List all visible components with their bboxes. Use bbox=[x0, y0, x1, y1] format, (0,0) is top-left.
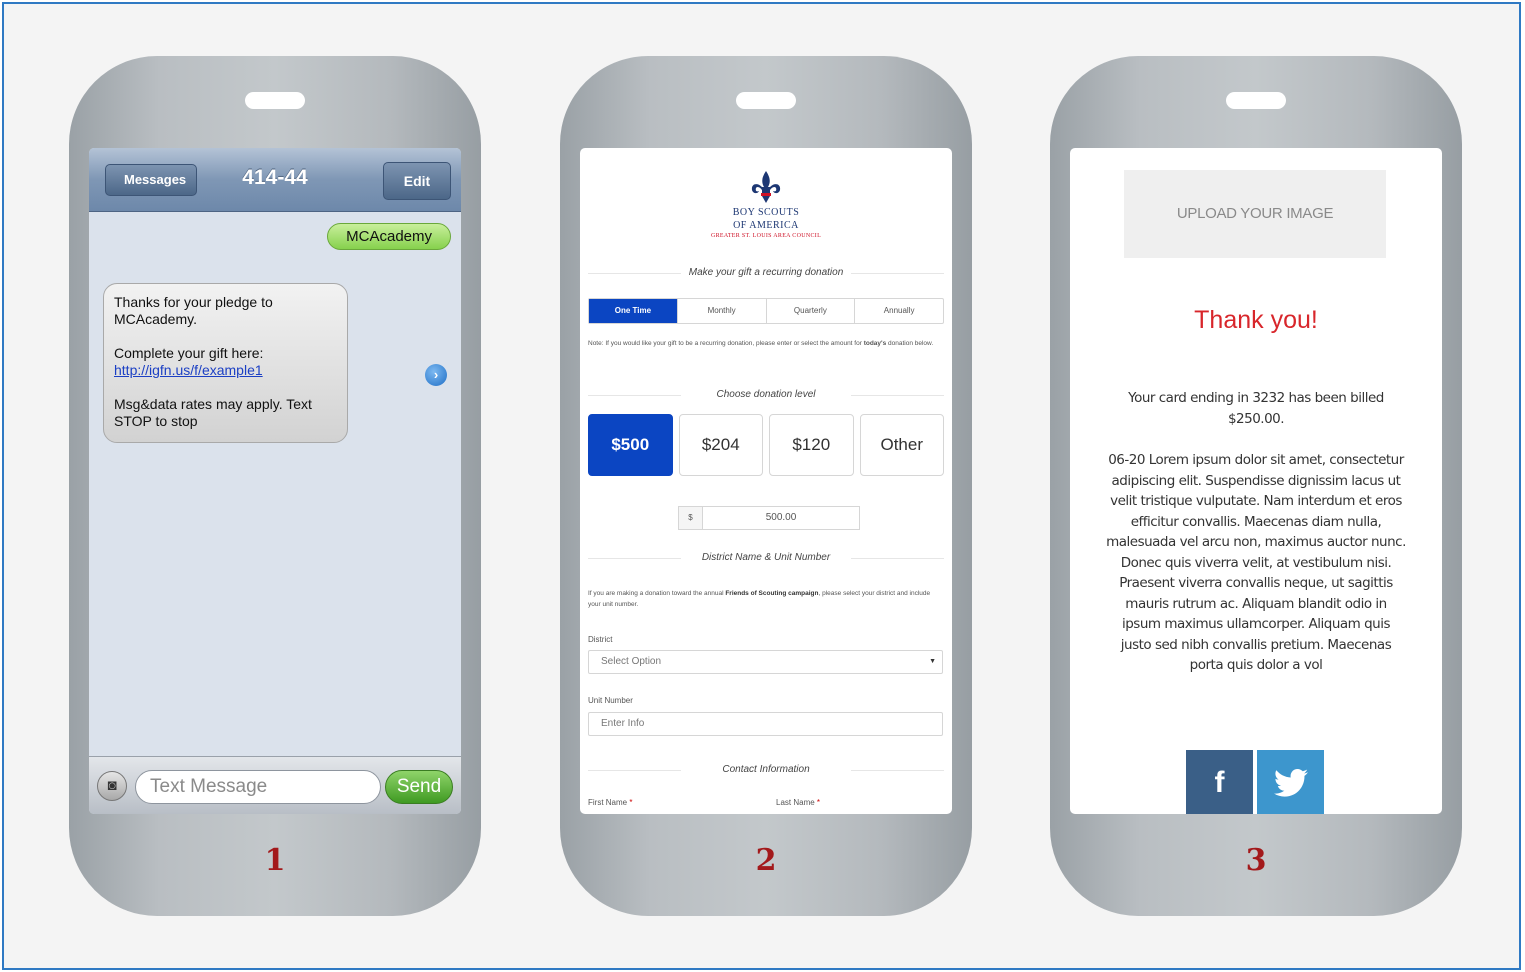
amount-button-500[interactable]: $500 bbox=[588, 414, 673, 476]
thank-you-heading: Thank you! bbox=[1194, 306, 1318, 334]
social-share: f bbox=[1186, 750, 1324, 814]
para-bold: Friends of Scouting campaign bbox=[725, 590, 819, 597]
camera-icon[interactable]: ◙ bbox=[97, 771, 127, 801]
note-text: donation below. bbox=[886, 340, 934, 347]
phone-speaker bbox=[736, 92, 796, 109]
thank-you-body: 06-20 Lorem ipsum dolor sit amet, consec… bbox=[1106, 452, 1406, 673]
amount-buttons: $500 $204 $120 Other bbox=[588, 414, 944, 476]
step-number: 3 bbox=[1245, 843, 1267, 878]
logo-council: GREATER ST. LOUIS AREA COUNCIL bbox=[710, 233, 822, 239]
edit-button[interactable]: Edit bbox=[383, 162, 451, 200]
send-button[interactable]: Send bbox=[385, 770, 453, 804]
step-number: 1 bbox=[264, 843, 286, 878]
message-line: Msg&data rates may apply. Text STOP to s… bbox=[114, 396, 312, 429]
incoming-message: Thanks for your pledge to MCAcademy. Com… bbox=[103, 283, 348, 443]
upload-image-placeholder[interactable]: UPLOAD YOUR IMAGE bbox=[1124, 170, 1386, 258]
illustration-frame: Messages 414-44 Edit MCAcademy Thanks fo… bbox=[2, 2, 1521, 970]
tab-quarterly[interactable]: Quarterly bbox=[765, 299, 855, 323]
billing-confirmation: Your card ending in 3232 has been billed… bbox=[1128, 390, 1384, 427]
tab-monthly[interactable]: Monthly bbox=[676, 299, 766, 323]
district-select[interactable]: Select Option ▼ bbox=[588, 650, 943, 674]
note-bold: today's bbox=[863, 340, 887, 347]
amount-input[interactable]: $ 500.00 bbox=[678, 506, 860, 530]
amount-button-204[interactable]: $204 bbox=[678, 414, 763, 476]
phone-3: UPLOAD YOUR IMAGE Thank you! Your card e… bbox=[1050, 56, 1462, 916]
last-name-label: Last Name * bbox=[776, 798, 820, 807]
twitter-bird-glyph bbox=[1273, 768, 1308, 797]
bsa-logo: BOY SCOUTS OF AMERICA GREATER ST. LOUIS … bbox=[580, 170, 952, 239]
recurring-heading: Make your gift a recurring donation bbox=[588, 267, 944, 278]
facebook-icon[interactable]: f bbox=[1186, 750, 1253, 814]
recurring-note: Note: If you would like your gift to be … bbox=[588, 338, 938, 349]
message-line: Thanks for your pledge to MCAcademy. bbox=[114, 294, 273, 327]
text-message-input[interactable]: Text Message bbox=[135, 770, 381, 804]
phone-speaker bbox=[245, 92, 305, 109]
first-name-label: First Name * bbox=[588, 798, 632, 807]
message-text: Complete your gift here: bbox=[114, 345, 264, 361]
phone-speaker bbox=[1226, 92, 1286, 109]
required-mark: * bbox=[629, 798, 633, 807]
frequency-tabs: One Time Monthly Quarterly Annually bbox=[588, 298, 944, 324]
currency-addon: $ bbox=[679, 507, 703, 529]
district-paragraph: If you are making a donation toward the … bbox=[588, 588, 944, 610]
logo-line: BOY SCOUTS bbox=[732, 207, 800, 218]
sms-screen: Messages 414-44 Edit MCAcademy Thanks fo… bbox=[89, 148, 461, 814]
twitter-icon[interactable] bbox=[1257, 750, 1324, 814]
detail-disclosure-icon[interactable]: › bbox=[425, 364, 447, 386]
note-text: Note: If you would like your gift to be … bbox=[588, 340, 864, 347]
logo-line: OF AMERICA bbox=[733, 220, 799, 231]
chevron-down-icon: ▼ bbox=[929, 658, 936, 665]
thank-you-screen: UPLOAD YOUR IMAGE Thank you! Your card e… bbox=[1070, 148, 1442, 814]
district-heading: District Name & Unit Number bbox=[588, 552, 944, 563]
contact-heading: Contact Information bbox=[588, 764, 944, 775]
amount-value[interactable]: 500.00 bbox=[703, 507, 859, 529]
outgoing-message: MCAcademy bbox=[327, 223, 451, 250]
select-value: Select Option bbox=[601, 656, 662, 667]
sms-compose-bar: ◙ Text Message Send bbox=[89, 756, 461, 814]
amount-button-120[interactable]: $120 bbox=[769, 414, 854, 476]
unit-number-input[interactable]: Enter Info bbox=[588, 712, 943, 736]
donation-form-screen: BOY SCOUTS OF AMERICA GREATER ST. LOUIS … bbox=[580, 148, 952, 814]
phone-2: BOY SCOUTS OF AMERICA GREATER ST. LOUIS … bbox=[560, 56, 972, 916]
amount-button-other[interactable]: Other bbox=[859, 414, 944, 476]
para-text: If you are making a donation toward the … bbox=[588, 590, 726, 597]
label-text: First Name bbox=[588, 798, 628, 807]
tab-one-time[interactable]: One Time bbox=[589, 299, 677, 323]
donation-level-heading: Choose donation level bbox=[588, 389, 944, 400]
phone-1: Messages 414-44 Edit MCAcademy Thanks fo… bbox=[69, 56, 481, 916]
district-label: District bbox=[588, 635, 613, 644]
fleur-de-lis-icon bbox=[751, 171, 781, 203]
required-mark: * bbox=[816, 798, 821, 807]
message-line: Complete your gift here: http://igfn.us/… bbox=[114, 345, 337, 379]
unit-number-label: Unit Number bbox=[588, 696, 633, 705]
step-number: 2 bbox=[755, 843, 777, 878]
label-text: Last Name bbox=[776, 798, 815, 807]
sms-nav-bar: Messages 414-44 Edit bbox=[89, 148, 461, 212]
tab-annually[interactable]: Annually bbox=[854, 299, 943, 323]
gift-link[interactable]: http://igfn.us/f/example1 bbox=[114, 362, 263, 378]
